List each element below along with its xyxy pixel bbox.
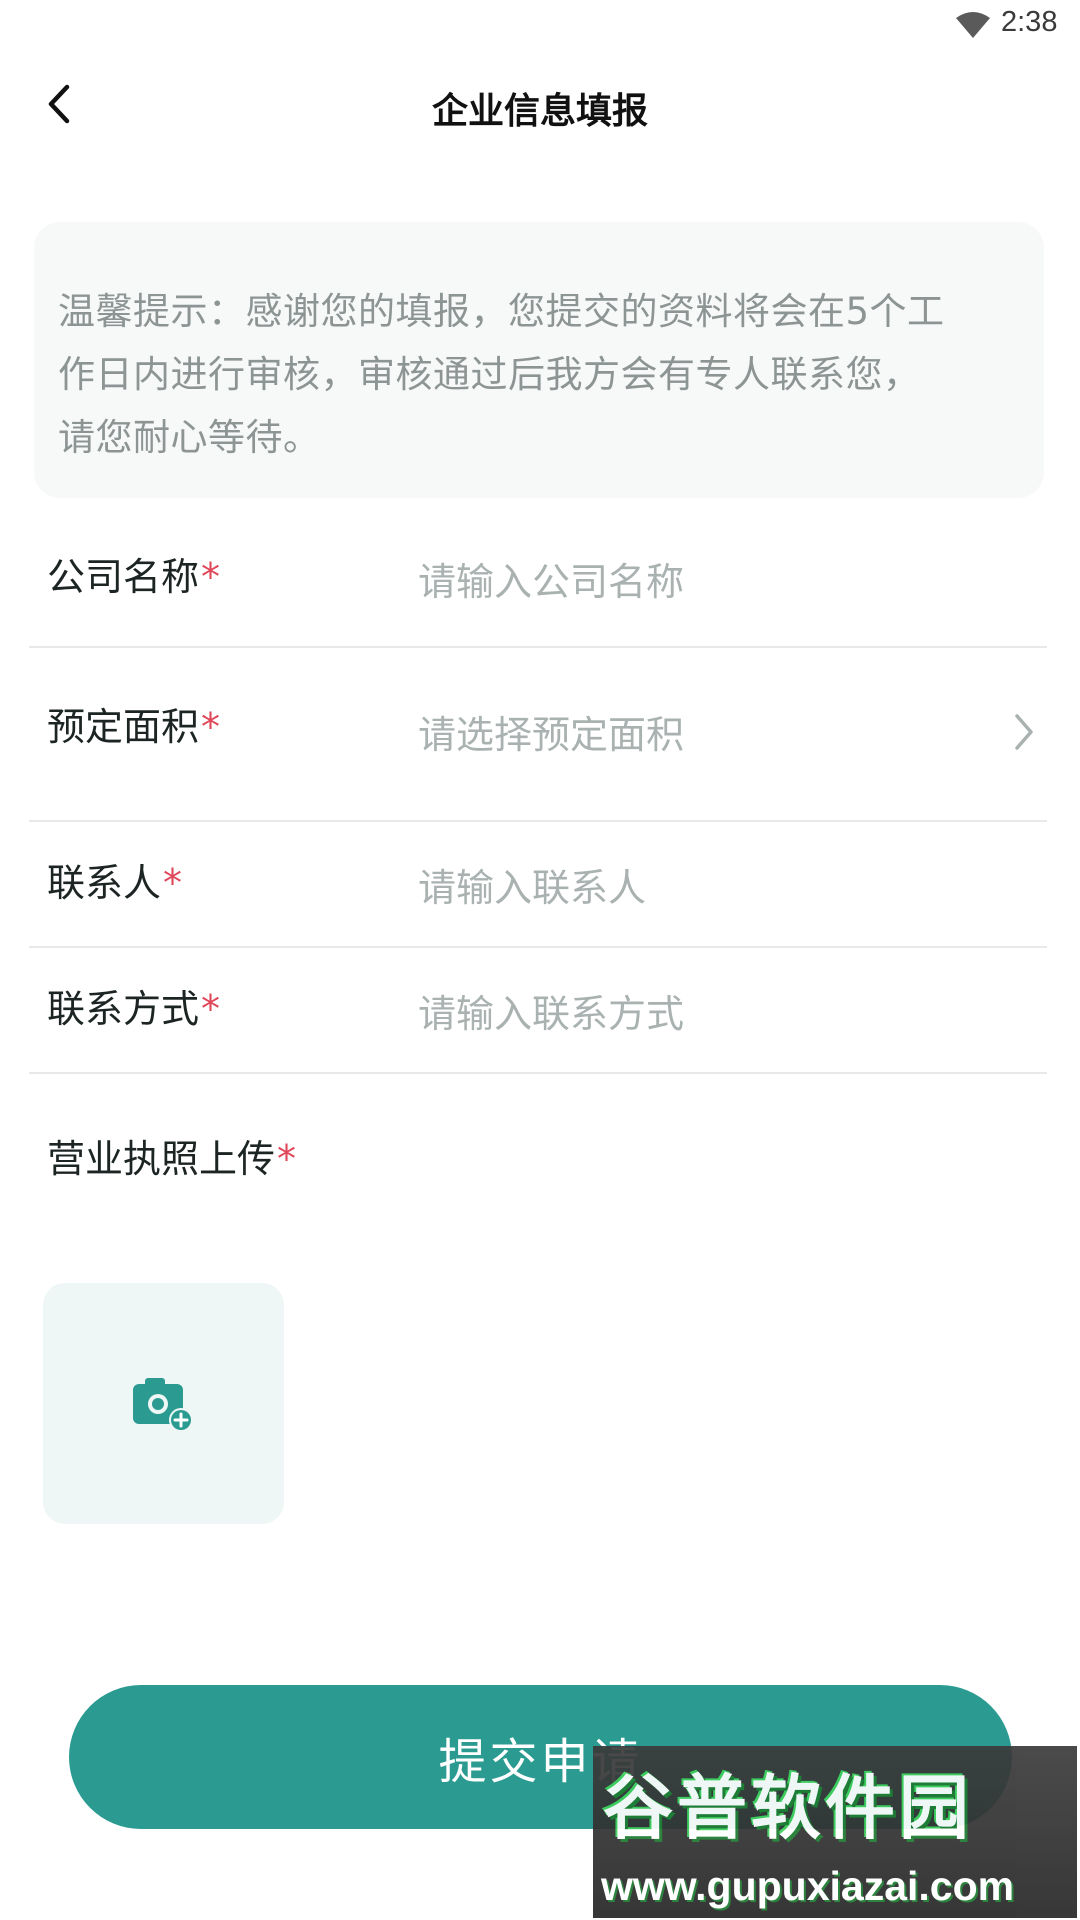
- license-upload-label-text: 营业执照上传: [47, 1137, 276, 1181]
- notice-line-1: 温馨提示：感谢您的填报，您提交的资料将会在5个工: [58, 290, 945, 333]
- chevron-right-icon: [1015, 714, 1033, 750]
- status-time: 2:38: [1001, 6, 1058, 38]
- contact-method-row: 联系方式*: [29, 948, 1047, 1074]
- watermark-logo: 谷普软件园 www.gupuxiazai.com: [593, 1746, 1077, 1918]
- contact-person-label: 联系人*: [47, 852, 182, 907]
- contact-person-row: 联系人*: [29, 822, 1047, 948]
- reserved-area-label-text: 预定面积: [47, 705, 200, 749]
- watermark-url: www.gupuxiazai.com: [601, 1863, 1015, 1909]
- notice-box: 温馨提示：感谢您的填报，您提交的资料将会在5个工 作日内进行审核，审核通过后我方…: [34, 222, 1044, 498]
- required-star: *: [163, 861, 183, 905]
- notice-line-3: 请您耐心等待。: [58, 416, 321, 459]
- notice-line-2: 作日内进行审核，审核通过后我方会有专人联系您，: [58, 353, 921, 396]
- contact-person-input[interactable]: [418, 858, 978, 918]
- contact-method-label-text: 联系方式: [47, 987, 200, 1031]
- reserved-area-select[interactable]: 请选择预定面积: [418, 704, 684, 759]
- license-upload-button[interactable]: [43, 1283, 284, 1524]
- required-star: *: [201, 705, 221, 749]
- contact-method-label: 联系方式*: [47, 978, 220, 1033]
- reserved-area-label: 预定面积*: [47, 696, 220, 751]
- required-star: *: [201, 987, 221, 1031]
- company-name-label: 公司名称*: [47, 546, 220, 601]
- watermark-title: 谷普软件园: [603, 1767, 973, 1849]
- company-name-row: 公司名称*: [29, 512, 1047, 648]
- company-name-input[interactable]: [418, 552, 978, 612]
- company-name-label-text: 公司名称: [47, 555, 200, 599]
- wifi-icon: [956, 12, 990, 38]
- page-title: 企业信息填报: [431, 91, 648, 132]
- license-upload-label: 营业执照上传*: [47, 1128, 296, 1183]
- notice-text: 温馨提示：感谢您的填报，您提交的资料将会在5个工 作日内进行审核，审核通过后我方…: [58, 280, 1020, 469]
- required-star: *: [277, 1137, 297, 1181]
- status-bar: 2:38: [0, 0, 1080, 52]
- camera-add-icon: [132, 1377, 193, 1432]
- contact-person-label-text: 联系人: [47, 861, 162, 905]
- reserved-area-row[interactable]: 预定面积* 请选择预定面积: [29, 648, 1047, 822]
- required-star: *: [201, 555, 221, 599]
- contact-method-input[interactable]: [418, 984, 978, 1044]
